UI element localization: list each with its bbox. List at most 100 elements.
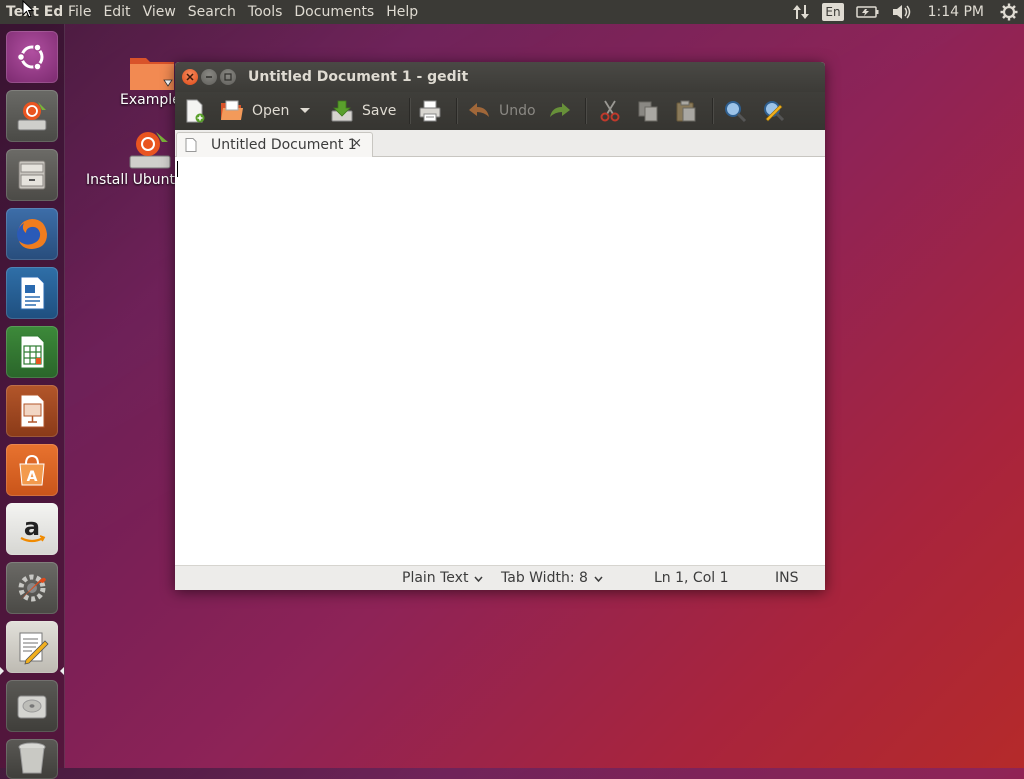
window-maximize-button[interactable] (220, 69, 236, 85)
redo-icon (550, 103, 570, 117)
copy-icon (638, 101, 658, 122)
keyboard-indicator[interactable]: En (816, 0, 849, 24)
launcher-system-settings[interactable] (6, 562, 58, 614)
menu-edit[interactable]: Edit (97, 4, 136, 20)
find-button[interactable] (723, 92, 747, 130)
installer-icon (17, 102, 47, 131)
cursor-position[interactable]: Ln 1, Col 1 (654, 566, 729, 590)
battery-indicator[interactable] (850, 0, 886, 24)
document-icon (185, 138, 197, 152)
desktop-icon-install-ubuntu[interactable]: Install Ubuntu (86, 128, 186, 188)
battery-icon (855, 6, 879, 18)
tab-untitled-document-1[interactable]: Untitled Document 1 × (176, 132, 373, 157)
launcher-amazon[interactable]: a (6, 503, 58, 555)
window-title: Untitled Document 1 - gedit (248, 69, 469, 85)
writer-icon (20, 276, 45, 310)
find-replace-button[interactable] (762, 92, 786, 130)
toolbar-separator (456, 98, 458, 124)
chevron-down-icon (300, 108, 310, 113)
launcher-text-editor[interactable] (6, 621, 58, 673)
chevron-down-icon (594, 576, 603, 582)
menu-view[interactable]: View (137, 4, 182, 20)
language-label: Plain Text (402, 570, 469, 586)
launcher-trash[interactable] (6, 739, 58, 779)
launcher-files[interactable] (6, 149, 58, 201)
folder-icon (130, 58, 174, 90)
paste-button[interactable] (674, 92, 698, 130)
maximize-icon (224, 73, 232, 81)
open-label: Open (252, 103, 290, 119)
launcher-dash-home[interactable] (6, 31, 58, 83)
indicator-area: En 1:14 PM (786, 0, 1024, 24)
launcher-focus-indicator (60, 667, 64, 675)
find-icon (725, 101, 747, 123)
print-button[interactable] (418, 92, 442, 130)
launcher-firefox[interactable] (6, 208, 58, 260)
save-button[interactable]: Save (330, 92, 396, 130)
session-indicator[interactable] (994, 0, 1024, 24)
text-caret (177, 161, 178, 177)
menu-tools[interactable]: Tools (242, 4, 289, 20)
print-icon (419, 100, 441, 122)
menu-documents[interactable]: Documents (288, 4, 380, 20)
window-close-button[interactable] (182, 69, 198, 85)
file-cabinet-icon (18, 160, 46, 190)
save-icon (331, 100, 353, 122)
chevron-down-icon (474, 576, 484, 582)
power-gear-icon (1000, 3, 1018, 21)
redo-button[interactable] (548, 92, 572, 130)
copy-button[interactable] (636, 92, 660, 130)
menu-search[interactable]: Search (182, 4, 242, 20)
tab-width-selector[interactable]: Tab Width: 8 (501, 566, 603, 590)
cut-button[interactable] (598, 92, 622, 130)
cut-icon (600, 100, 620, 122)
launcher-ubuntu-software[interactable]: A (6, 444, 58, 496)
toolbar: Open Save Undo (175, 92, 825, 130)
desktop-icon-label: Install Ubuntu (86, 172, 184, 188)
launcher-libreoffice-writer[interactable] (6, 267, 58, 319)
save-label: Save (362, 103, 397, 119)
hard-disk-icon (17, 695, 47, 719)
launcher-libreoffice-calc[interactable] (6, 326, 58, 378)
tab-label: Untitled Document 1 (211, 137, 357, 153)
toolbar-separator (585, 98, 587, 124)
clock[interactable]: 1:14 PM (918, 0, 994, 24)
top-panel: Text Editor File Edit View Search Tools … (0, 0, 1024, 24)
launcher-install-ubuntu[interactable] (6, 90, 58, 142)
software-center-icon: A (19, 454, 45, 486)
tab-close-button[interactable]: × (351, 136, 362, 151)
document-tab-bar: Untitled Document 1 × (175, 130, 825, 157)
calc-icon (20, 335, 45, 369)
undo-button[interactable]: Undo (467, 92, 536, 130)
menu-help[interactable]: Help (380, 4, 424, 20)
find-replace-icon (764, 101, 785, 122)
mouse-pointer-icon (22, 0, 34, 18)
minimize-icon (206, 76, 212, 78)
new-document-button[interactable] (183, 92, 207, 130)
insert-mode: INS (775, 570, 799, 586)
menu-file[interactable]: File (62, 4, 97, 20)
launcher-disk[interactable] (6, 680, 58, 732)
text-editor-icon (19, 632, 49, 665)
window-minimize-button[interactable] (201, 69, 217, 85)
undo-icon (469, 103, 489, 117)
network-indicator[interactable] (786, 0, 816, 24)
tab-width-label: Tab Width: 8 (501, 570, 588, 586)
launcher-libreoffice-impress[interactable] (6, 385, 58, 437)
text-editor-area[interactable] (175, 157, 825, 565)
network-updown-icon (793, 5, 810, 19)
gedit-window: Untitled Document 1 - gedit Open Save Un… (175, 62, 825, 590)
open-recent-dropdown[interactable] (299, 92, 311, 130)
status-bar: Plain Text Tab Width: 8 Ln 1, Col 1 INS (175, 565, 825, 590)
sound-indicator[interactable] (886, 0, 918, 24)
toolbar-separator (409, 98, 411, 124)
new-document-icon (186, 99, 205, 123)
ubuntu-logo-icon (16, 43, 44, 71)
settings-wrench-icon (18, 574, 46, 602)
impress-icon (20, 394, 45, 428)
language-selector[interactable]: Plain Text (402, 566, 484, 590)
open-button[interactable]: Open (220, 92, 289, 130)
trash-icon (18, 742, 46, 774)
window-titlebar[interactable]: Untitled Document 1 - gedit (175, 62, 825, 92)
volume-icon (892, 5, 910, 19)
